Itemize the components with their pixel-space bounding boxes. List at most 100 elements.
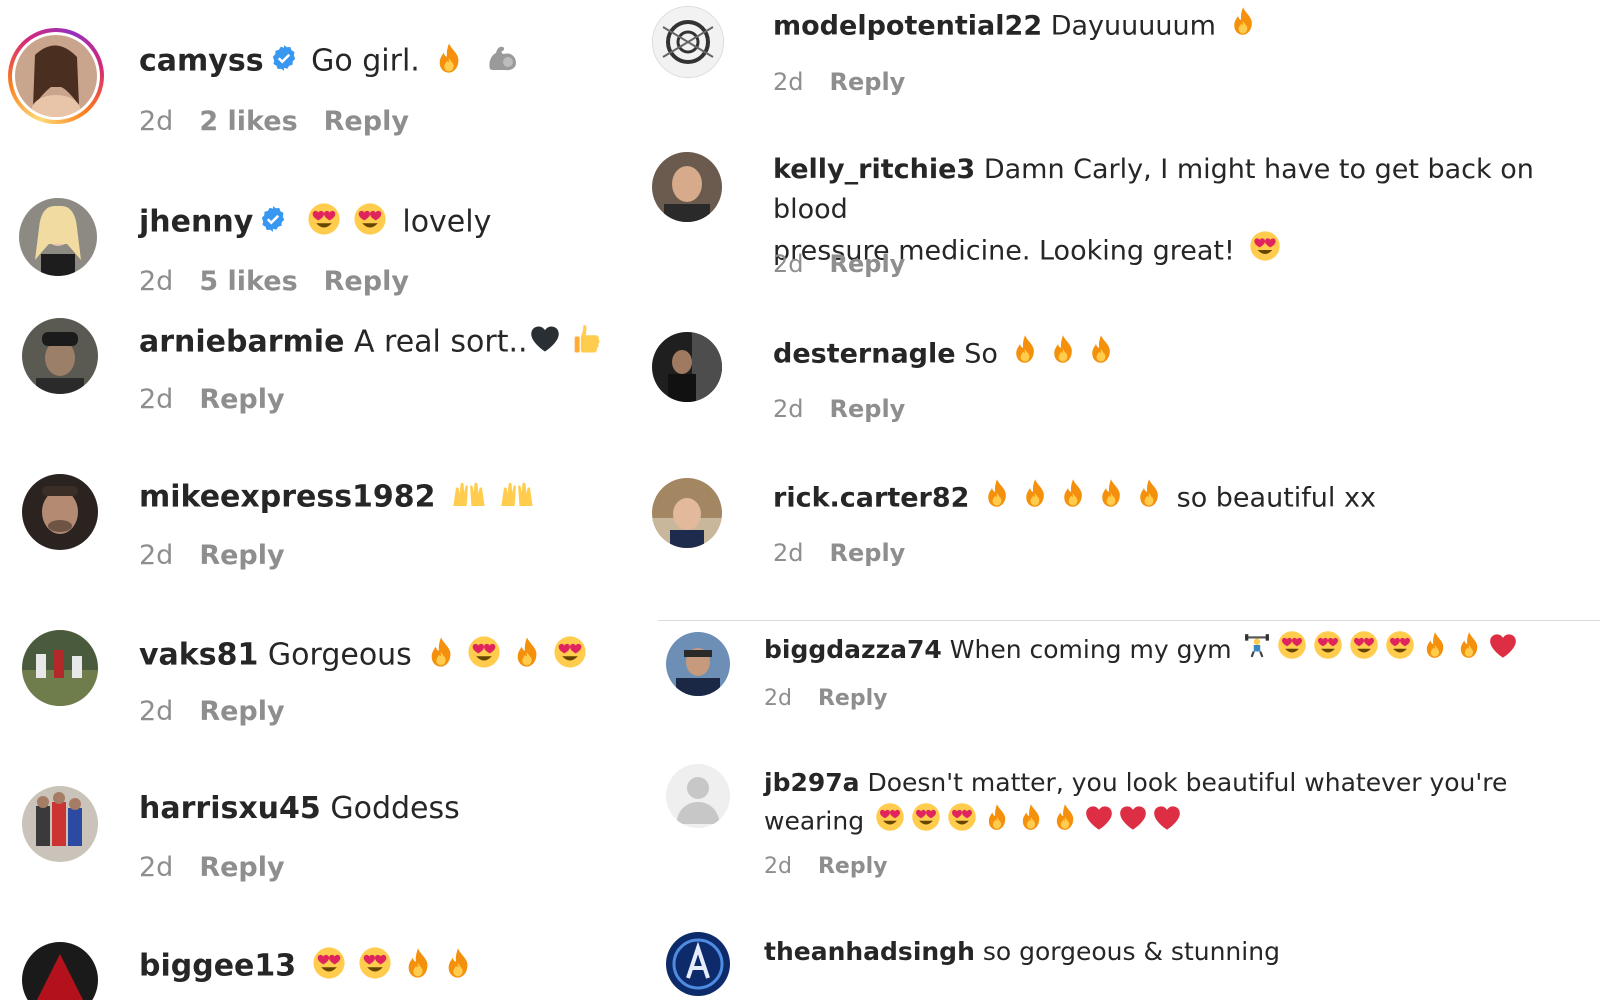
timestamp: 2d — [773, 68, 804, 96]
comment-meta: 2d Reply — [773, 395, 931, 423]
username-link[interactable]: rick.carter82 — [773, 483, 969, 514]
reply-button[interactable]: Reply — [199, 852, 284, 883]
username-link[interactable]: theanhadsingh — [764, 937, 975, 966]
likes-count[interactable]: 2 likes — [199, 106, 297, 137]
username-link[interactable]: desternagle — [773, 339, 956, 370]
heart-eyes-emoji-icon — [911, 802, 941, 843]
raised-hands-emoji-icon — [451, 479, 487, 517]
fire-emoji-icon — [1012, 334, 1038, 376]
comment-item: jb297a Doesn't matter, you look beautifu… — [660, 764, 1600, 894]
comment-text: Go girl. — [311, 43, 420, 79]
fire-emoji-icon — [1053, 803, 1077, 842]
red-heart-emoji-icon — [1085, 804, 1113, 842]
avatar[interactable] — [666, 932, 730, 996]
timestamp: 2d — [773, 539, 804, 567]
username-link[interactable]: arniebarmie — [139, 325, 344, 360]
reply-button[interactable]: Reply — [830, 539, 906, 567]
reply-button[interactable]: Reply — [818, 686, 888, 711]
fire-emoji-icon — [1457, 631, 1481, 671]
avatar[interactable] — [19, 198, 97, 276]
comment-text: Goddess — [330, 791, 460, 826]
avatar[interactable] — [22, 942, 98, 1000]
username-link[interactable]: modelpotential22 — [773, 11, 1042, 42]
thumbs-up-emoji-icon — [572, 323, 602, 363]
username-link[interactable]: jb297a — [764, 768, 860, 797]
likes-count[interactable]: 5 likes — [199, 266, 297, 297]
username-link[interactable]: biggdazza74 — [764, 635, 942, 664]
comment-item: desternagle So 2d Reply — [652, 332, 1600, 452]
comment-meta: 2d Reply — [139, 852, 311, 883]
username-link[interactable]: biggee13 — [139, 949, 296, 984]
avatar[interactable] — [652, 152, 722, 222]
reply-button[interactable]: Reply — [830, 250, 906, 278]
avatar[interactable] — [15, 35, 97, 117]
comment-item: camyss Go girl. 2d 2 likes Reply — [0, 0, 650, 160]
username-link[interactable]: harrisxu45 — [139, 791, 321, 826]
fire-emoji-icon — [1230, 6, 1256, 48]
timestamp: 2d — [139, 540, 174, 571]
fire-emoji-icon — [1019, 803, 1043, 842]
avatar[interactable] — [666, 632, 730, 696]
timestamp: 2d — [139, 106, 174, 137]
story-ring[interactable] — [8, 28, 104, 124]
section-divider — [658, 620, 1600, 621]
reply-button[interactable]: Reply — [324, 266, 409, 297]
fire-emoji-icon — [1423, 631, 1447, 671]
comment-text: Dayuuuuum — [1050, 10, 1216, 42]
avatar[interactable] — [666, 764, 730, 828]
verified-badge-icon — [270, 44, 298, 80]
username-link[interactable]: kelly_ritchie3 — [773, 154, 975, 185]
timestamp: 2d — [773, 395, 804, 423]
weightlifter-emoji-icon — [1244, 631, 1270, 671]
fire-emoji-icon — [1136, 478, 1162, 520]
comment-item: kelly_ritchie3 Damn Carly, I might have … — [652, 150, 1600, 300]
comment-meta: 2d Reply — [139, 540, 311, 571]
comments-page: camyss Go girl. 2d 2 likes Reply jhenny lo… — [0, 0, 1600, 1000]
fire-emoji-icon — [513, 636, 541, 676]
comment-text: so beautiful xx — [1176, 482, 1376, 514]
comment-item: harrisxu45 Goddess 2d Reply — [0, 786, 650, 906]
avatar[interactable] — [652, 332, 722, 402]
comment-body: biggdazza74 When coming my gym — [764, 630, 1520, 672]
comment-meta: 2d Reply — [773, 68, 931, 96]
username-link[interactable]: mikeexpress1982 — [139, 480, 436, 515]
heart-eyes-emoji-icon — [875, 802, 905, 843]
reply-button[interactable]: Reply — [830, 68, 906, 96]
comment-body: modelpotential22 Dayuuuuum — [773, 6, 1262, 48]
fire-emoji-icon — [1060, 478, 1086, 520]
fire-emoji-icon — [1088, 334, 1114, 376]
comment-body: rick.carter82 so beautiful xx — [773, 478, 1376, 520]
reply-button[interactable]: Reply — [324, 106, 409, 137]
comment-meta: 2d Reply — [139, 696, 311, 727]
avatar[interactable] — [652, 478, 722, 548]
comment-body: jhenny lovely — [139, 202, 491, 244]
comment-body: jb297a Doesn't matter, you look beautifu… — [764, 764, 1584, 843]
heart-eyes-emoji-icon — [1313, 630, 1343, 672]
avatar[interactable] — [22, 318, 98, 394]
avatar[interactable] — [22, 630, 98, 706]
comment-item: jhenny lovely 2d 5 likes Reply — [0, 180, 650, 310]
username-link[interactable]: camyss — [139, 44, 264, 79]
fire-emoji-icon — [404, 947, 432, 987]
avatar[interactable] — [652, 6, 724, 78]
avatar[interactable] — [22, 786, 98, 862]
reply-button[interactable]: Reply — [199, 384, 284, 415]
comment-text: So — [964, 338, 998, 370]
comment-item: vaks81 Gorgeous 2d Reply — [0, 630, 650, 750]
username-link[interactable]: vaks81 — [139, 638, 258, 673]
reply-button[interactable]: Reply — [818, 854, 888, 879]
reply-button[interactable]: Reply — [199, 540, 284, 571]
heart-eyes-emoji-icon — [1385, 630, 1415, 672]
comment-text: A real sort.. — [353, 324, 528, 360]
timestamp: 2d — [139, 266, 174, 297]
username-link[interactable]: jhenny — [139, 205, 253, 240]
comment-meta: 2d Reply — [773, 250, 931, 278]
comment-body: biggee13 — [139, 946, 478, 988]
avatar[interactable] — [22, 474, 98, 550]
fire-emoji-icon — [1098, 478, 1124, 520]
verified-badge-icon — [259, 205, 287, 241]
reply-button[interactable]: Reply — [199, 696, 284, 727]
red-heart-emoji-icon — [1119, 804, 1147, 842]
reply-button[interactable]: Reply — [830, 395, 906, 423]
black-heart-emoji-icon — [530, 325, 560, 361]
